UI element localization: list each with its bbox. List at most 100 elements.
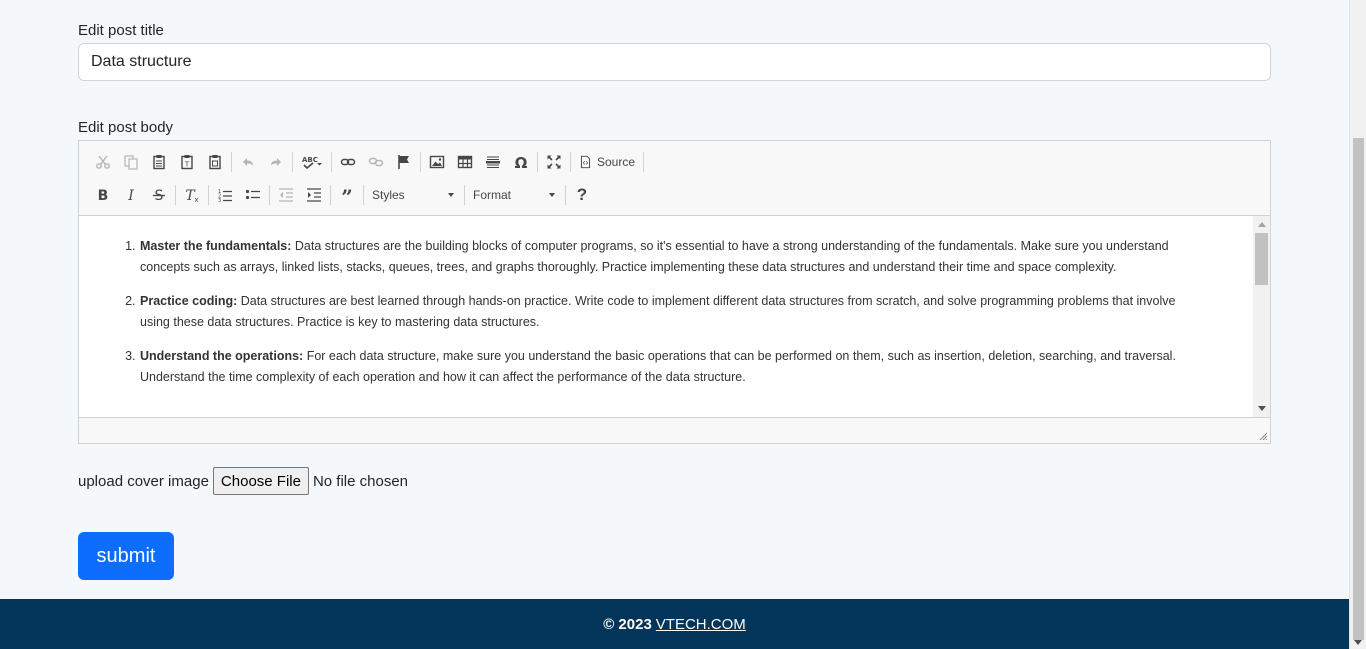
toolbar-separator <box>537 152 538 172</box>
format-label: Format <box>473 188 512 202</box>
toolbar-row-1: T ABC Ω Source <box>89 149 646 175</box>
paste-text-icon[interactable]: T <box>173 150 201 174</box>
svg-text:I: I <box>127 188 134 203</box>
scrollbar-thumb[interactable] <box>1353 138 1364 640</box>
toolbar-row-2: B I S Tx 123 ” Styles Format ? <box>89 182 596 208</box>
blockquote-button[interactable]: ” <box>333 183 361 207</box>
horizontal-line-icon[interactable] <box>479 150 507 174</box>
format-dropdown[interactable]: Format <box>467 183 563 207</box>
styles-dropdown[interactable]: Styles <box>366 183 462 207</box>
toolbar-separator <box>292 152 293 172</box>
numbered-list-icon: 123 <box>218 189 232 203</box>
source-icon <box>580 155 591 169</box>
toolbar-separator <box>269 185 270 205</box>
paste-word-icon[interactable] <box>201 150 229 174</box>
scroll-down-icon[interactable] <box>1354 640 1362 645</box>
toolbar-separator <box>331 152 332 172</box>
cut-icon[interactable] <box>89 150 117 174</box>
help-button[interactable]: ? <box>568 183 596 207</box>
chevron-down-icon <box>549 193 555 197</box>
scroll-down-icon[interactable] <box>1258 406 1266 411</box>
file-status: No file chosen <box>312 472 409 490</box>
undo-icon[interactable] <box>234 150 262 174</box>
footer-copyright: © 2023 <box>603 615 652 633</box>
spellcheck-icon[interactable]: ABC <box>295 150 329 174</box>
strikethrough-button[interactable]: S <box>145 183 173 207</box>
table-icon[interactable] <box>451 150 479 174</box>
svg-text:T: T <box>184 161 190 169</box>
redo-icon[interactable] <box>262 150 290 174</box>
scroll-up-icon[interactable] <box>1258 222 1266 227</box>
copy-icon[interactable] <box>117 150 145 174</box>
svg-text:B: B <box>98 188 109 203</box>
toolbar-separator <box>570 152 571 172</box>
maximize-icon[interactable] <box>540 150 568 174</box>
toolbar-separator <box>208 185 209 205</box>
toolbar-separator <box>643 152 645 172</box>
svg-text:ABC: ABC <box>302 156 318 164</box>
link-icon[interactable] <box>334 150 362 174</box>
list-item-heading: Master the fundamentals: <box>140 239 292 253</box>
title-label: Edit post title <box>78 22 164 39</box>
resize-grip-icon[interactable] <box>1259 432 1267 440</box>
toolbar-separator <box>231 152 232 172</box>
scrollbar-thumb[interactable] <box>1255 233 1268 285</box>
toolbar-separator <box>565 185 566 205</box>
page-scrollbar[interactable] <box>1349 0 1366 649</box>
footer-link[interactable]: VTECH.COM <box>656 616 746 633</box>
italic-button[interactable]: I <box>117 183 145 207</box>
source-label: Source <box>597 155 636 169</box>
special-char-icon[interactable]: Ω <box>507 150 535 174</box>
editor-toolbar: T ABC Ω Source B I S T x 1 2 3 ” Styles … <box>79 141 1270 216</box>
body-label: Edit post body <box>78 119 174 136</box>
italic-icon: I <box>127 188 134 203</box>
submit-button[interactable]: submit <box>78 532 174 580</box>
anchor-icon[interactable] <box>390 150 418 174</box>
toolbar-separator <box>175 185 176 205</box>
strikethrough-icon: S <box>153 188 165 203</box>
footer: © 2023 VTECH.COM <box>0 599 1349 649</box>
toolbar-separator <box>464 185 465 205</box>
svg-text:x: x <box>194 196 198 203</box>
indent-icon <box>307 188 321 202</box>
list-item-text: Data structures are the building blocks … <box>140 239 1169 274</box>
styles-label: Styles <box>372 188 405 202</box>
toolbar-separator <box>420 152 421 172</box>
list-item: Understand the operations: For each data… <box>139 346 1179 388</box>
bold-button[interactable]: B <box>89 183 117 207</box>
upload-label: upload cover image <box>78 472 209 490</box>
image-icon[interactable] <box>423 150 451 174</box>
post-title-input[interactable] <box>78 43 1271 81</box>
list-item-heading: Understand the operations: <box>140 349 304 363</box>
source-button[interactable]: Source <box>573 150 641 174</box>
editor-content-area[interactable]: Master the fundamentals: Data structures… <box>79 216 1270 417</box>
bulleted-list-button[interactable] <box>239 183 267 207</box>
chevron-down-icon <box>448 193 454 197</box>
upload-row: upload cover image Choose File No file c… <box>78 467 408 495</box>
svg-text:3: 3 <box>218 198 221 203</box>
outdent-button[interactable] <box>272 183 300 207</box>
toolbar-separator <box>363 185 364 205</box>
list-item: Master the fundamentals: Data structures… <box>139 236 1179 278</box>
numbered-list: Master the fundamentals: Data structures… <box>139 236 1179 401</box>
unlink-icon[interactable] <box>362 150 390 174</box>
bold-icon: B <box>98 188 109 203</box>
paste-icon[interactable] <box>145 150 173 174</box>
indent-button[interactable] <box>300 183 328 207</box>
toolbar-separator <box>330 185 331 205</box>
editor-scrollbar[interactable] <box>1253 216 1270 417</box>
bulleted-list-icon <box>245 189 260 200</box>
numbered-list-button[interactable]: 123 <box>211 183 239 207</box>
remove-format-icon: Tx <box>185 188 198 203</box>
svg-text:Ω: Ω <box>515 154 528 170</box>
list-item-text: Data structures are best learned through… <box>140 294 1176 329</box>
editor-status-bar <box>79 417 1270 443</box>
help-icon: ? <box>576 185 588 204</box>
list-item-heading: Practice coding: <box>140 294 238 308</box>
choose-file-button[interactable]: Choose File <box>212 467 309 495</box>
outdent-icon <box>279 188 293 202</box>
page: Edit post title Edit post body T <box>0 0 1349 649</box>
rich-text-editor: T ABC Ω Source B I S T x 1 2 3 ” Styles … <box>78 140 1271 444</box>
svg-text:”: ” <box>341 187 353 203</box>
remove-format-button[interactable]: Tx <box>178 183 206 207</box>
